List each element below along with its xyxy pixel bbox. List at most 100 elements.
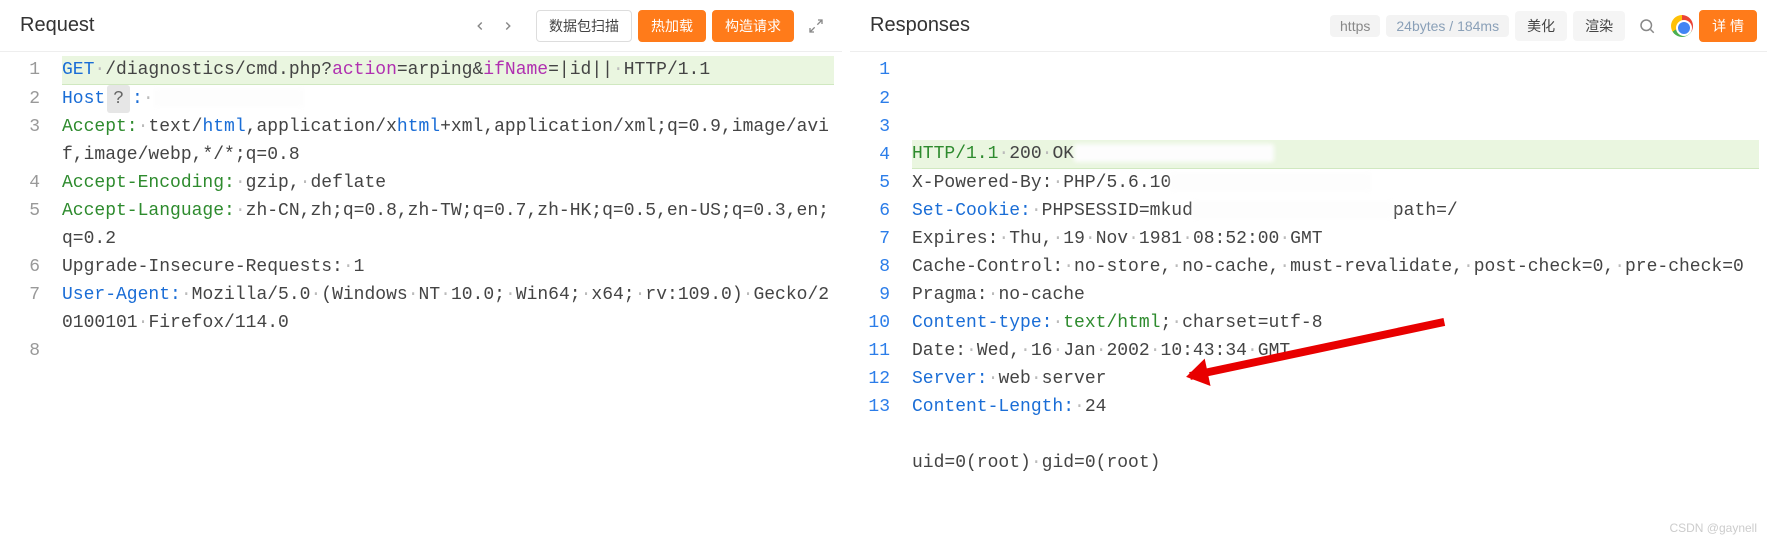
code-token: no-store, <box>1074 257 1171 277</box>
code-token: Firefox/114.0 <box>148 313 288 333</box>
line-number: 10 <box>860 309 902 337</box>
expand-icon[interactable] <box>800 10 832 42</box>
code-token: post-check=0, <box>1474 257 1614 277</box>
code-token: · <box>1042 144 1053 164</box>
response-title: Responses <box>870 14 970 37</box>
line-number: 9 <box>860 281 902 309</box>
code-token: · <box>581 285 592 305</box>
beautify-button[interactable]: 美化 <box>1515 11 1567 41</box>
response-header: Responses https 24bytes / 184ms 美化 渲染 详 … <box>850 0 1767 52</box>
code-token: Expires: <box>912 229 998 249</box>
request-code-body[interactable]: GET·/diagnostics/cmd.php?action=arping&i… <box>60 52 842 541</box>
code-token: Thu, <box>1009 229 1052 249</box>
request-panel: Request 数据包扫描 热加载 构造请求 12345678 GET·/dia… <box>0 0 850 541</box>
code-token: Win64; <box>516 285 581 305</box>
code-token: · <box>1052 313 1063 333</box>
code-line: Expires:·Thu,·19·Nov·1981·08:52:00·GMT <box>912 225 1759 253</box>
line-number: 4 <box>10 169 52 197</box>
response-code-body[interactable]: HTTP/1.1·200·OKX-Powered-By:·PHP/5.6.10S… <box>910 52 1767 541</box>
code-token: PHP/5.6.10 <box>1063 173 1171 193</box>
code-token: 08:52:00 <box>1193 229 1279 249</box>
code-line: Accept-Language:·zh-CN,zh;q=0.8,zh-TW;q=… <box>62 197 834 253</box>
code-token: · <box>1031 369 1042 389</box>
code-token: 200 <box>1009 144 1041 164</box>
code-token: · <box>1052 173 1063 193</box>
code-token: path=/ <box>1393 201 1458 221</box>
code-token: 1 <box>354 257 365 277</box>
line-number: 12 <box>860 365 902 393</box>
code-token: · <box>1052 229 1063 249</box>
line-number: 2 <box>10 85 52 113</box>
code-token: · <box>1096 341 1107 361</box>
code-token: (Windows <box>321 285 407 305</box>
hint-chip[interactable]: ? <box>107 85 130 113</box>
code-token: Mozilla/5.0 <box>192 285 311 305</box>
code-line: GET·/diagnostics/cmd.php?action=arping&i… <box>62 56 834 85</box>
line-number: 1 <box>10 56 52 85</box>
code-token: · <box>1074 397 1085 417</box>
code-token: Host <box>62 89 105 109</box>
code-token: · <box>998 144 1009 164</box>
code-line: Server:·web·server <box>912 365 1759 393</box>
code-token: Set-Cookie: <box>912 201 1031 221</box>
code-token: · <box>1128 229 1139 249</box>
scheme-tag: https <box>1330 15 1380 37</box>
code-token: action <box>332 60 397 80</box>
code-token: no-cache <box>998 285 1084 305</box>
prev-icon[interactable] <box>466 12 494 40</box>
code-token: · <box>94 60 105 80</box>
code-token: Wed, <box>977 341 1020 361</box>
line-number: 7 <box>10 281 52 337</box>
code-token: · <box>310 285 321 305</box>
code-token: · <box>1063 257 1074 277</box>
code-token: html <box>202 117 245 137</box>
code-token: · <box>1463 257 1474 277</box>
code-token: Date: <box>912 341 966 361</box>
code-token: · <box>300 173 311 193</box>
code-token: HTTP/1.1 <box>624 60 710 80</box>
code-token: Accept: <box>62 117 138 137</box>
code-line: Content-Length:·24 <box>912 393 1759 421</box>
code-line: Set-Cookie:·PHPSESSID=mkudpath=/ <box>912 197 1759 225</box>
search-icon[interactable] <box>1631 10 1663 42</box>
stats-tag: 24bytes / 184ms <box>1386 15 1509 37</box>
details-button[interactable]: 详 情 <box>1699 10 1757 42</box>
code-token: rv:109.0) <box>645 285 742 305</box>
code-token: Accept-Language: <box>62 201 235 221</box>
code-line: HTTP/1.1·200·OK <box>912 140 1759 169</box>
response-gutter: 12345678910111213 <box>850 52 910 541</box>
line-number: 6 <box>860 197 902 225</box>
code-token: · <box>1171 313 1182 333</box>
line-number: 3 <box>860 113 902 141</box>
code-line <box>912 477 1759 505</box>
next-icon[interactable] <box>494 12 522 40</box>
code-token: deflate <box>310 173 386 193</box>
code-token: 10.0; <box>451 285 505 305</box>
request-code[interactable]: 12345678 GET·/diagnostics/cmd.php?action… <box>0 52 842 541</box>
code-token: · <box>988 285 999 305</box>
scan-button[interactable]: 数据包扫描 <box>536 10 632 42</box>
hot-reload-button[interactable]: 热加载 <box>638 10 706 42</box>
nav-arrows <box>466 12 522 40</box>
code-token: · <box>138 313 149 333</box>
code-token: · <box>143 89 154 109</box>
watermark: CSDN @gaynell <box>1669 521 1757 535</box>
code-token: gid=0(root) <box>1042 453 1161 473</box>
code-line: uid=0(root)·gid=0(root) <box>912 449 1759 477</box>
render-button[interactable]: 渲染 <box>1573 11 1625 41</box>
code-token: Nov <box>1096 229 1128 249</box>
code-token: HTTP/1.1 <box>912 144 998 164</box>
code-token: 1981 <box>1139 229 1182 249</box>
chrome-icon[interactable] <box>1671 15 1693 37</box>
code-token: uid=0(root) <box>912 453 1031 473</box>
code-token: ; <box>1160 313 1171 333</box>
code-token: · <box>408 285 419 305</box>
code-token: Pragma: <box>912 285 988 305</box>
request-title: Request <box>20 14 95 37</box>
response-code[interactable]: 12345678910111213 HTTP/1.1·200·OKX-Power… <box>850 52 1767 541</box>
code-token: · <box>1182 229 1193 249</box>
line-number: 5 <box>860 169 902 197</box>
build-request-button[interactable]: 构造请求 <box>712 10 794 42</box>
line-number: 8 <box>860 253 902 281</box>
code-token: · <box>966 341 977 361</box>
